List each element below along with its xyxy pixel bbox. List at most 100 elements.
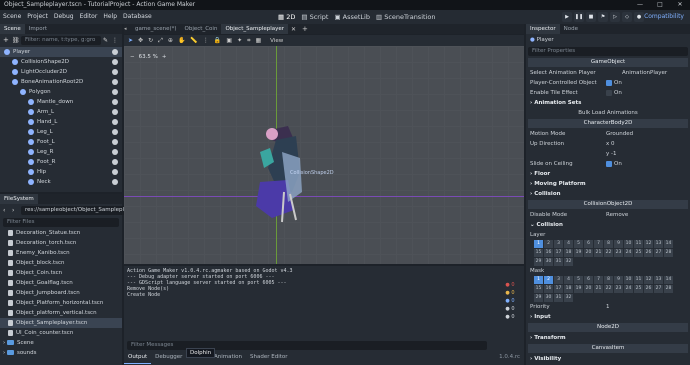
section-transform[interactable]: › Transform: [526, 333, 690, 343]
layer-bit[interactable]: 12: [644, 240, 653, 248]
layer-bit[interactable]: 4: [564, 240, 573, 248]
forward-icon[interactable]: ›: [12, 207, 19, 214]
layer-bit[interactable]: 28: [664, 285, 673, 293]
scene-tree-item[interactable]: Foot_R: [0, 157, 122, 167]
tab-animation[interactable]: Animation: [210, 351, 246, 363]
layer-bit[interactable]: 9: [614, 240, 623, 248]
file-item[interactable]: Enemy_Kanibo.tscn: [0, 248, 122, 258]
layer-bit[interactable]: 29: [534, 258, 543, 266]
editor-tab-object-coin[interactable]: Object_Coin: [181, 24, 222, 34]
section-collision[interactable]: › Collision: [526, 189, 690, 199]
tab-shader-editor[interactable]: Shader Editor: [246, 351, 292, 363]
layer-grid[interactable]: 1 2 3 4 5 6 7 8 9 10 11 12 13 14 15 16 17 18 19 20 21 22 23 24 2…: [534, 240, 674, 266]
mask-grid[interactable]: 1 2 3 4 5 6 7 8 9 10 11 12 13 14 15 16 17 18 19 20 21 22 23 24 2…: [534, 276, 674, 302]
layer-bit[interactable]: 12: [644, 276, 653, 284]
section-floor[interactable]: › Floor: [526, 169, 690, 179]
layer-bit[interactable]: 3: [554, 240, 563, 248]
workspace-2d[interactable]: ▦ 2D: [278, 10, 295, 24]
minimize-button[interactable]: —: [630, 0, 650, 10]
play-scene-icon[interactable]: ▷: [610, 12, 620, 22]
layer-bit[interactable]: 23: [614, 285, 623, 293]
workspace-assetlib[interactable]: ▣ AssetLib: [334, 10, 370, 24]
layer-bit[interactable]: 21: [594, 249, 603, 257]
scene-tree-item[interactable]: Neck: [0, 177, 122, 187]
visibility-eye-icon[interactable]: [112, 159, 118, 165]
prop-priority[interactable]: Priority 1: [526, 302, 690, 312]
section-input[interactable]: › Input: [526, 312, 690, 322]
section-visibility[interactable]: › Visibility: [526, 354, 690, 364]
prop-disable-mode[interactable]: Disable Mode Remove: [526, 210, 690, 220]
zoom-in-icon[interactable]: +: [162, 54, 167, 60]
layer-bit[interactable]: 8: [604, 276, 613, 284]
layer-bit[interactable]: 28: [664, 249, 673, 257]
snap-icon[interactable]: ⌗: [247, 37, 250, 45]
visibility-eye-icon[interactable]: [112, 99, 118, 105]
path-field[interactable]: res://sampleobject/Object_Sampleplaye: [21, 206, 135, 215]
node2d-header[interactable]: Node2D: [528, 323, 688, 332]
prop-up-direction-y[interactable]: y -1: [526, 149, 690, 159]
menu-project[interactable]: Project: [24, 10, 51, 24]
new-tab-icon[interactable]: +: [299, 25, 311, 33]
maximize-button[interactable]: □: [650, 0, 670, 10]
layer-bit[interactable]: 15: [534, 249, 543, 257]
output-filter-toggle[interactable]: ● 0: [505, 306, 514, 312]
prop-slide-on-ceiling[interactable]: Slide on Ceiling On: [526, 159, 690, 169]
layer-bit[interactable]: 27: [654, 249, 663, 257]
play-custom-icon[interactable]: ◇: [622, 12, 632, 22]
tab-inspector[interactable]: Inspector: [526, 24, 560, 34]
file-item[interactable]: Object_Coin.tscn: [0, 268, 122, 278]
menu-scene[interactable]: Scene: [0, 10, 24, 24]
editor-tab-object-sampleplayer[interactable]: Object_Sampleplayer: [221, 24, 289, 34]
rotate-tool-icon[interactable]: ↻: [148, 37, 153, 44]
prop-up-direction-x[interactable]: Up Direction x 0: [526, 139, 690, 149]
section-collision-2[interactable]: ⌄ Collision: [526, 220, 690, 230]
layer-bit[interactable]: 22: [604, 249, 613, 257]
prop-select-animation-player[interactable]: Select Animation Player AnimationPlayer: [526, 68, 690, 78]
canvasitem-header[interactable]: CanvasItem: [528, 344, 688, 353]
bulk-load-button[interactable]: Bulk Load Animations: [526, 108, 690, 118]
output-log[interactable]: Action Game Maker v1.0.4.rc.agmaker base…: [124, 266, 496, 340]
close-tab-icon[interactable]: ✕: [288, 26, 299, 33]
visibility-eye-icon[interactable]: [112, 89, 118, 95]
layer-bit[interactable]: 18: [564, 285, 573, 293]
layer-bit[interactable]: 22: [604, 285, 613, 293]
layer-bit[interactable]: 13: [654, 276, 663, 284]
layer-bit[interactable]: 15: [534, 285, 543, 293]
layer-bit[interactable]: 30: [544, 294, 553, 302]
bone-icon[interactable]: ✦: [237, 37, 242, 44]
scene-tree-item[interactable]: Mantle_down: [0, 97, 122, 107]
checkbox-icon[interactable]: [606, 79, 612, 86]
prop-enable-tile-effect[interactable]: Enable Tile Effect On: [526, 88, 690, 98]
layer-bit[interactable]: 2: [544, 240, 553, 248]
layer-bit[interactable]: 31: [554, 294, 563, 302]
layer-bit[interactable]: 3: [554, 276, 563, 284]
layer-bit[interactable]: 4: [564, 276, 573, 284]
scene-tabs-left-icon[interactable]: ◂: [124, 26, 131, 33]
pan-tool-icon[interactable]: ✋: [178, 37, 185, 44]
collisionobject-header[interactable]: CollisionObject2D: [528, 200, 688, 209]
link-icon[interactable]: ⛓: [12, 37, 20, 44]
layer-bit[interactable]: 25: [634, 249, 643, 257]
select-tool-icon[interactable]: ➤: [128, 37, 133, 44]
layer-bit[interactable]: 32: [564, 258, 573, 266]
layer-bit[interactable]: 21: [594, 285, 603, 293]
file-item[interactable]: Object_Jumpboard.tscn: [0, 288, 122, 298]
layer-bit[interactable]: 1: [534, 240, 543, 248]
file-item[interactable]: UI_Coin_counter.tscn: [0, 328, 122, 338]
scene-menu-icon[interactable]: ⋮: [112, 37, 119, 44]
layer-bit[interactable]: 7: [594, 276, 603, 284]
file-item[interactable]: Object_block.tscn: [0, 258, 122, 268]
layer-bit[interactable]: 20: [584, 285, 593, 293]
add-node-icon[interactable]: +: [3, 37, 10, 44]
checkbox-icon[interactable]: [606, 160, 612, 167]
tab-output[interactable]: Output: [124, 351, 152, 364]
scene-tree-item[interactable]: Hand_L: [0, 117, 122, 127]
remote-icon[interactable]: ⚑: [598, 12, 608, 22]
gameobject-header[interactable]: GameObject: [528, 58, 688, 67]
layer-bit[interactable]: 24: [624, 285, 633, 293]
menu-help[interactable]: Help: [100, 10, 120, 24]
workspace-script[interactable]: ▤ Script: [301, 10, 328, 24]
layer-bit[interactable]: 20: [584, 249, 593, 257]
layer-bit[interactable]: 8: [604, 240, 613, 248]
layer-bit[interactable]: 23: [614, 249, 623, 257]
